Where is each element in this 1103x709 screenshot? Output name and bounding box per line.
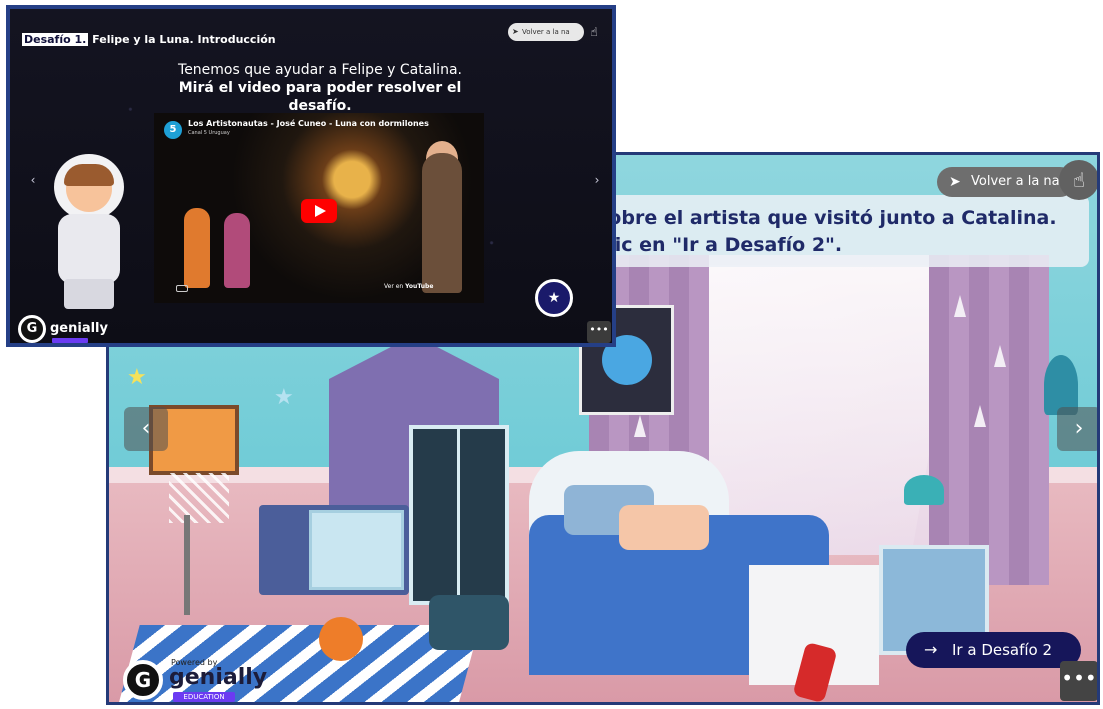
youtube-wordmark: YouTube (405, 283, 434, 290)
channel-avatar[interactable]: 5 (164, 121, 182, 139)
captions-icon (176, 285, 188, 292)
instruction-text: Tenemos que ayudar a Felipe y Catalina. … (150, 61, 490, 115)
education-badge: EDUCATION (173, 692, 235, 702)
curtain-right (929, 255, 1049, 585)
astronaut-legs (64, 279, 114, 309)
curtain-pattern (634, 415, 646, 437)
astronaut-character (44, 154, 140, 309)
cta-label: Ir a Desafío 2 (952, 641, 1053, 659)
volver-button[interactable]: ➤ Volver a la na (937, 167, 1075, 197)
video-character (184, 208, 210, 288)
genially-wordmark: genially (169, 665, 268, 690)
instruction-line-2: Mirá el video para poder resolver el des… (178, 80, 462, 114)
volver-label: Volver a la na (971, 174, 1060, 189)
wardrobe (409, 425, 509, 605)
intro-slide: Desafío 1. Felipe y la Luna. Introducció… (6, 5, 616, 347)
pillow (619, 505, 709, 550)
education-badge (52, 338, 88, 343)
send-icon: ➤ (512, 27, 519, 36)
send-icon: ➤ (949, 174, 961, 190)
desk-drawer (309, 510, 404, 590)
slide-title-highlight: Desafío 1. (22, 33, 89, 46)
video-character (224, 213, 250, 288)
astronaut-hair (64, 164, 114, 186)
watch-on-youtube-link[interactable]: Ver en YouTube (384, 283, 433, 290)
genially-g-icon: G (18, 315, 46, 343)
prev-slide-button[interactable]: ‹ (124, 407, 168, 451)
next-slide-button[interactable]: › (590, 171, 604, 189)
video-character (422, 153, 462, 293)
curtain-pattern (954, 295, 966, 317)
video-title[interactable]: Los Artistonautas - José Cuneo - Luna co… (188, 119, 429, 128)
instruction-line-1: Tenemos que ayudar a Felipe y Catalina. (178, 62, 462, 78)
arrow-right-icon: → (924, 640, 938, 659)
basketball-net (169, 473, 229, 523)
hand-pointer-icon[interactable]: ☝ (1059, 160, 1097, 200)
instruction-text: sobre el artista que visitó junto a Cata… (597, 205, 1057, 259)
volver-label: Volver a la na (522, 28, 570, 36)
prev-slide-button[interactable]: ‹ (26, 171, 40, 189)
play-icon[interactable] (301, 199, 337, 223)
desk-lamp (904, 475, 944, 505)
genially-wordmark: genially (50, 321, 108, 336)
slide-title: Desafío 1. Felipe y la Luna. Introducció… (22, 33, 276, 46)
toy-truck (429, 595, 509, 650)
hand-pointer-icon[interactable]: ☝ (585, 23, 603, 41)
genially-logo: G Powered by genially EDUCATION (123, 658, 273, 702)
video-channel-name: Canal 5 Uruguay (188, 130, 230, 136)
curtain-pattern (974, 405, 986, 427)
curtain-pattern (994, 345, 1006, 367)
genially-g-icon: G (123, 660, 163, 700)
instruction-line-1: sobre el artista que visitó junto a Cata… (597, 207, 1057, 229)
rocket-lamp (1044, 355, 1078, 415)
more-options-button[interactable]: ••• (587, 321, 611, 343)
slide-title-rest: Felipe y la Luna. Introducción (88, 33, 276, 46)
astronaut-suit (58, 214, 120, 284)
basketball (319, 617, 363, 661)
star-icon: ★ (127, 365, 147, 390)
more-options-button[interactable]: ••• (1060, 661, 1097, 701)
next-slide-button[interactable]: › (1057, 407, 1097, 451)
volver-button[interactable]: ➤ Volver a la na (508, 23, 584, 41)
instruction-line-2: clic en "Ir a Desafío 2". (597, 234, 843, 256)
youtube-video-embed[interactable]: 5 Los Artistonautas - José Cuneo - Luna … (154, 113, 484, 303)
genially-logo: G genially (18, 315, 118, 343)
star-icon: ★ (274, 385, 294, 410)
hoop-pole (184, 515, 190, 615)
star-icon[interactable]: ★ (535, 279, 573, 317)
ir-a-desafio-2-button[interactable]: → Ir a Desafío 2 (906, 632, 1081, 668)
watch-on-label: Ver en (384, 283, 404, 290)
